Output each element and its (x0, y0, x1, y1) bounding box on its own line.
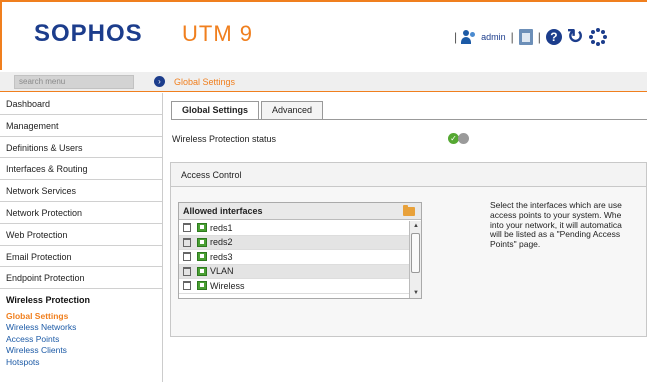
breadcrumb: Global Settings (174, 77, 236, 87)
interface-icon (197, 281, 207, 291)
sidebar-item-network-services[interactable]: Network Services (0, 180, 162, 202)
interface-name: VLAN (210, 266, 234, 277)
interface-list: reds1 reds2 reds3 VLAN Wireless (179, 221, 409, 298)
list-item[interactable]: VLAN (179, 264, 409, 279)
brand-logo: SOPHOS (34, 20, 143, 47)
interface-name: Wireless (210, 280, 245, 291)
interface-icon (197, 252, 207, 262)
interface-icon (197, 237, 207, 247)
list-item[interactable]: reds2 (179, 235, 409, 250)
wireless-status-label: Wireless Protection status (172, 134, 277, 144)
sidebar-subitem-wireless-networks[interactable]: Wireless Networks (0, 322, 162, 334)
header: SOPHOS UTM 9 | admin | | ? ↻ (0, 0, 647, 70)
tab-bar: Global Settings Advanced (171, 101, 325, 119)
scroll-thumb[interactable] (411, 233, 420, 273)
access-control-panel: Access Control Allowed interfaces reds1 … (170, 162, 647, 337)
main-content: Global Settings Advanced Wireless Protec… (164, 93, 647, 382)
sidebar-item-interfaces-routing[interactable]: Interfaces & Routing (0, 158, 162, 181)
interface-name: reds1 (210, 222, 233, 233)
interface-name: reds3 (210, 251, 233, 262)
user-icon[interactable] (461, 30, 476, 44)
trash-icon[interactable] (183, 237, 191, 247)
tab-divider (171, 119, 647, 120)
sidebar-subitem-wireless-clients[interactable]: Wireless Clients (0, 345, 162, 357)
sidebar-item-endpoint-protection[interactable]: Endpoint Protection (0, 267, 162, 290)
wireless-status-toggle[interactable]: ✓ (448, 133, 470, 144)
sidebar-subitem-hotspots[interactable]: Hotspots (0, 357, 162, 369)
tab-advanced[interactable]: Advanced (261, 101, 324, 119)
trash-icon[interactable] (183, 223, 191, 233)
interface-icon (197, 223, 207, 233)
sidebar-item-management[interactable]: Management (0, 115, 162, 137)
toggle-off-icon (458, 133, 469, 144)
list-item[interactable]: reds3 (179, 250, 409, 265)
interface-icon (197, 266, 207, 276)
folder-icon[interactable] (403, 205, 415, 216)
help-icon[interactable]: ? (545, 29, 562, 45)
scroll-down-icon[interactable]: ▼ (410, 288, 422, 298)
sidebar-item-email-protection[interactable]: Email Protection (0, 246, 162, 268)
sidebar-item-definitions-users[interactable]: Definitions & Users (0, 137, 162, 159)
trash-icon[interactable] (183, 252, 191, 262)
sidebar-item-wireless-protection[interactable]: Wireless Protection (0, 289, 162, 311)
toolbar-separator: | (454, 30, 458, 44)
sidebar-menu: Dashboard Management Definitions & Users… (0, 93, 163, 382)
allowed-interfaces-header: Allowed interfaces (179, 203, 421, 220)
product-name: UTM 9 (182, 21, 253, 46)
list-item[interactable]: reds1 (179, 221, 409, 236)
interface-name: reds2 (210, 237, 233, 248)
sidebar-item-web-protection[interactable]: Web Protection (0, 224, 162, 246)
toolbar-separator: | (510, 30, 514, 44)
sidebar-subitem-global-settings[interactable]: Global Settings (0, 311, 162, 323)
toolbar-separator: | (537, 30, 541, 44)
search-menu-input[interactable]: search menu (14, 75, 134, 89)
list-item[interactable]: Wireless (179, 279, 409, 294)
trash-icon[interactable] (183, 281, 191, 291)
sidebar-item-dashboard[interactable]: Dashboard (0, 93, 162, 115)
search-go-icon[interactable]: › (154, 76, 165, 87)
access-control-title: Access Control (171, 163, 646, 187)
scroll-up-icon[interactable]: ▲ (410, 221, 422, 231)
sub-header-bar: search menu › Global Settings (0, 72, 647, 92)
access-control-help: Select the interfaces which are use acce… (490, 201, 647, 250)
help-line: Points" page. (490, 239, 541, 250)
activity-spinner-icon (588, 28, 607, 46)
tab-global-settings[interactable]: Global Settings (171, 101, 260, 119)
trash-icon[interactable] (183, 266, 191, 276)
sidebar-item-network-protection[interactable]: Network Protection (0, 202, 162, 224)
username-link[interactable]: admin (481, 32, 506, 42)
allowed-interfaces-box: Allowed interfaces reds1 reds2 reds3 VLA… (178, 202, 422, 299)
clipboard-icon[interactable] (518, 29, 533, 45)
allowed-interfaces-title: Allowed interfaces (183, 206, 263, 216)
sidebar-subitem-access-points[interactable]: Access Points (0, 334, 162, 346)
reload-icon[interactable]: ↻ (567, 27, 584, 47)
top-toolbar: | admin | | ? ↻ (454, 27, 607, 47)
list-scrollbar[interactable]: ▲ ▼ (409, 221, 421, 298)
